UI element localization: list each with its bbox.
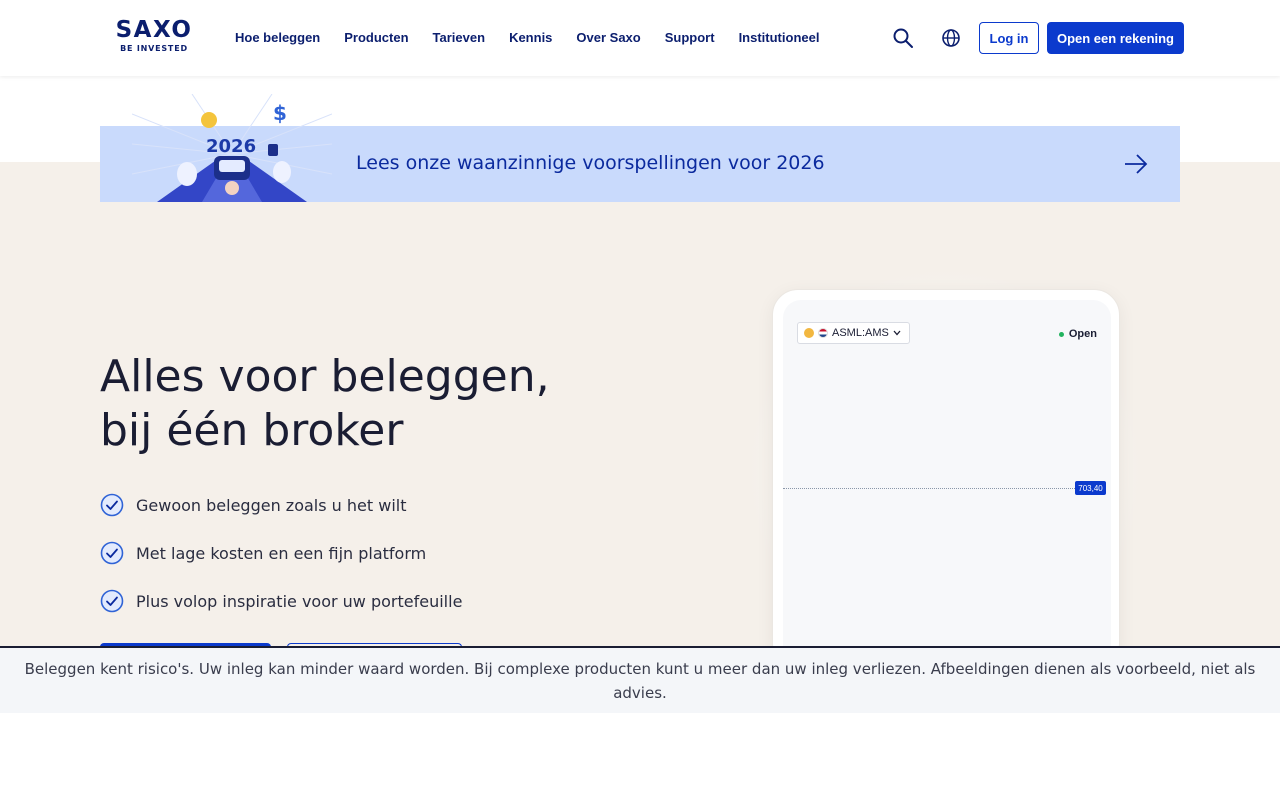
hero-title-line-1: Alles voor beleggen, [100, 351, 550, 402]
list-item: Gewoon beleggen zoals u het wilt [100, 493, 462, 517]
search-icon[interactable] [891, 26, 915, 50]
phone-mockup: ASML:AMS Open 703,40 [772, 289, 1120, 670]
nav-item-producten[interactable]: Producten [344, 29, 408, 46]
nav-item-institutioneel[interactable]: Institutioneel [739, 29, 820, 46]
coin-icon [804, 328, 814, 338]
predictions-banner[interactable]: $ 2026 Lees onze waanzinnige voorspellin… [100, 94, 1180, 202]
open-account-button[interactable]: Open een rekening [1047, 22, 1184, 54]
banner-text: Lees onze waanzinnige voorspellingen voo… [356, 152, 825, 174]
globe-icon[interactable] [939, 26, 963, 50]
hero-title: Alles voor beleggen, bij één broker [100, 350, 620, 458]
price-tag: 703,40 [1075, 481, 1106, 495]
login-button[interactable]: Log in [979, 22, 1039, 54]
ticker-select[interactable]: ASML:AMS [797, 322, 910, 344]
list-item: Met lage kosten en een fijn platform [100, 541, 462, 565]
status-dot-icon [1058, 331, 1064, 337]
benefit-text: Plus volop inspiratie voor uw portefeuil… [136, 591, 463, 611]
ticker-symbol: ASML:AMS [832, 327, 889, 339]
chevron-down-icon [893, 330, 901, 336]
list-item: Plus volop inspiratie voor uw portefeuil… [100, 589, 462, 613]
nav-item-support[interactable]: Support [665, 29, 715, 46]
check-circle-icon [100, 493, 124, 517]
check-circle-icon [100, 541, 124, 565]
banner-illustration: $ 2026 [132, 94, 332, 202]
benefit-list: Gewoon beleggen zoals u het wilt Met lag… [100, 493, 462, 637]
check-circle-icon [100, 589, 124, 613]
risk-disclaimer: Beleggen kent risico's. Uw inleg kan min… [0, 646, 1280, 713]
main-nav: Hoe beleggen Producten Tarieven Kennis O… [235, 29, 843, 46]
nav-item-hoe-beleggen[interactable]: Hoe beleggen [235, 29, 320, 46]
phone-screen: ASML:AMS Open 703,40 [783, 300, 1111, 670]
disclaimer-text: Beleggen kent risico's. Uw inleg kan min… [24, 659, 1256, 702]
saxo-logo[interactable]: SAXO BE INVESTED [112, 17, 196, 59]
nav-item-over-saxo[interactable]: Over Saxo [576, 29, 640, 46]
nav-item-kennis[interactable]: Kennis [509, 29, 552, 46]
price-line [783, 488, 1075, 489]
nav-item-tarieven[interactable]: Tarieven [433, 29, 486, 46]
market-status: Open [1058, 328, 1097, 340]
arrow-right-icon [1125, 154, 1148, 174]
benefit-text: Met lage kosten en een fijn platform [136, 543, 427, 563]
svg-text:$: $ [273, 101, 287, 125]
market-status-label: Open [1068, 328, 1097, 340]
site-header: SAXO BE INVESTED Hoe beleggen Producten … [0, 0, 1280, 76]
logo-tagline: BE INVESTED [120, 44, 188, 53]
logo-wordmark: SAXO [115, 17, 193, 43]
hero-title-line-2: bij één broker [100, 405, 404, 456]
benefit-text: Gewoon beleggen zoals u het wilt [136, 495, 407, 515]
netherlands-flag-icon [818, 328, 828, 338]
svg-text:2026: 2026 [206, 136, 256, 157]
